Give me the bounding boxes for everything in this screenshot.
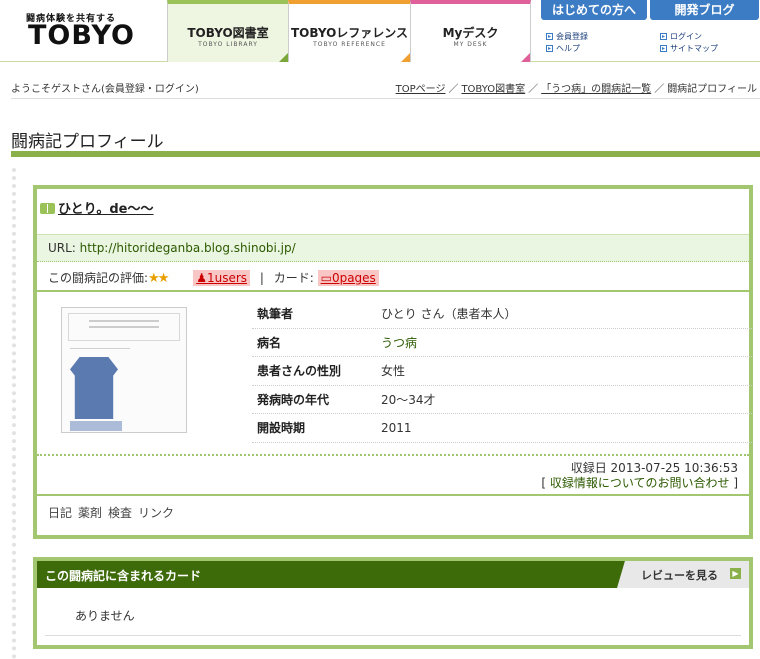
tab-mydesk[interactable]: Myデスク MY DESK bbox=[410, 0, 531, 62]
info-row-started: 開設時期 2011 bbox=[252, 414, 752, 443]
users-count: 1users bbox=[206, 271, 248, 285]
welcome-text: ようこそゲストさん(会員登録・ログイン) bbox=[11, 80, 199, 95]
page-title: 闘病記プロフィール bbox=[11, 132, 164, 152]
view-review-button[interactable]: レビューを見る ▶ bbox=[617, 561, 749, 588]
info-key: 患者さんの性別 bbox=[257, 364, 342, 379]
book-icon bbox=[40, 203, 55, 214]
login-link-label: ログイン bbox=[670, 32, 702, 41]
site-logo[interactable]: 闘病体験を共有する TOBYO bbox=[0, 0, 167, 62]
shirt-image-reflection bbox=[70, 421, 122, 431]
pages-count: 0pages bbox=[331, 271, 376, 285]
view-review-label: レビューを見る bbox=[641, 569, 718, 582]
breadcrumb-current: 闘病記プロフィール bbox=[667, 84, 757, 95]
shirt-image bbox=[70, 357, 118, 419]
users-link[interactable]: ♟1users bbox=[193, 270, 251, 286]
content-tabs: 日記 薬剤 検査 リンク bbox=[37, 494, 749, 524]
tab-links[interactable]: リンク bbox=[138, 506, 174, 520]
tab-reference-sublabel: TOBYO REFERENCE bbox=[313, 41, 386, 48]
info-row-author: 執筆者 ひとり さん（患者本人） bbox=[252, 300, 752, 329]
contact-link[interactable]: 収録情報についてのお問い合わせ bbox=[550, 476, 730, 490]
tab-mydesk-sublabel: MY DESK bbox=[453, 41, 488, 48]
dotted-border bbox=[12, 168, 16, 659]
cards-header-label: この闘病記に含まれるカード bbox=[45, 569, 202, 583]
breadcrumb-library[interactable]: TOBYO図書室 bbox=[461, 84, 525, 95]
info-value: 2011 bbox=[381, 420, 412, 435]
arrow-box-icon: ▸ bbox=[546, 33, 553, 40]
blog-url-link[interactable]: http://hitorideganba.blog.shinobi.jp/ bbox=[80, 241, 296, 255]
breadcrumb-separator: ／ bbox=[654, 84, 665, 95]
profile-info-table: 執筆者 ひとり さん（患者本人） 病名 うつ病 患者さんの性別 女性 発病時の年代 20… bbox=[252, 300, 752, 443]
tab-tests[interactable]: 検査 bbox=[108, 506, 132, 520]
welcome-prefix: ようこそゲストさん( bbox=[11, 84, 105, 95]
first-time-button[interactable]: はじめての方へ bbox=[541, 0, 647, 20]
tab-reference-label: TOBYOレファレンス bbox=[290, 26, 409, 40]
title-underline bbox=[11, 151, 760, 157]
sitemap-link-label: サイトマップ bbox=[670, 44, 718, 53]
arrow-right-icon: ▶ bbox=[730, 568, 741, 579]
info-key: 病名 bbox=[257, 335, 282, 350]
url-row: URL: http://hitorideganba.blog.shinobi.j… bbox=[37, 234, 749, 262]
card-label: カード: bbox=[273, 271, 314, 285]
tab-corner-icon bbox=[521, 53, 530, 62]
breadcrumb-top[interactable]: TOPページ bbox=[396, 84, 446, 95]
separator: | bbox=[259, 271, 264, 285]
info-key: 発病時の年代 bbox=[257, 392, 330, 407]
info-value: ひとり さん（患者本人） bbox=[381, 307, 517, 322]
registration-contact: [ 収録情報についてのお問い合わせ ] bbox=[541, 476, 738, 490]
tab-diary[interactable]: 日記 bbox=[48, 506, 72, 520]
card-icon: ▭ bbox=[320, 271, 332, 285]
info-value: 20〜34才 bbox=[381, 392, 436, 407]
disease-link[interactable]: うつ病 bbox=[381, 336, 417, 350]
pages-link[interactable]: ▭0pages bbox=[317, 270, 379, 286]
info-key: 開設時期 bbox=[257, 421, 306, 436]
arrow-box-icon: ▸ bbox=[660, 33, 667, 40]
rating-label: この闘病記の評価: bbox=[48, 271, 149, 285]
tab-library-sublabel: TOBYO LIBRARY bbox=[198, 41, 258, 48]
site-header: 闘病体験を共有する TOBYO TOBYO図書室 TOBYO LIBRARY T… bbox=[0, 0, 760, 62]
info-row-disease: 病名 うつ病 bbox=[252, 329, 752, 357]
help-link[interactable]: ▸ ヘルプ bbox=[546, 43, 580, 54]
url-label: URL: bbox=[48, 241, 80, 255]
blog-thumbnail[interactable] bbox=[61, 307, 187, 433]
register-login-link[interactable]: 会員登録・ログイン bbox=[105, 84, 195, 95]
cards-empty-message: ありません bbox=[75, 609, 135, 623]
arrow-box-icon: ▸ bbox=[546, 45, 553, 52]
blog-title-link[interactable]: ひとり。de〜〜 bbox=[40, 198, 153, 217]
info-row-gender: 患者さんの性別 女性 bbox=[252, 357, 752, 386]
breadcrumb-separator: ／ bbox=[528, 84, 539, 95]
help-link-label: ヘルプ bbox=[556, 44, 580, 53]
sitemap-link[interactable]: ▸ サイトマップ bbox=[660, 43, 718, 54]
blog-title: ひとり。de〜〜 bbox=[58, 202, 154, 217]
breadcrumb-category[interactable]: 「うつ病」の闘病記一覧 bbox=[541, 84, 651, 95]
thumbnail-header bbox=[68, 313, 180, 341]
dev-blog-button[interactable]: 開発ブログ bbox=[650, 0, 759, 20]
login-link[interactable]: ▸ ログイン bbox=[660, 31, 702, 42]
register-link-label: 会員登録 bbox=[556, 32, 588, 41]
tab-drugs[interactable]: 薬剤 bbox=[78, 506, 102, 520]
breadcrumb-separator: ／ bbox=[448, 84, 459, 95]
divider bbox=[11, 98, 760, 99]
info-row-age: 発病時の年代 20〜34才 bbox=[252, 386, 752, 414]
logo-text: TOBYO bbox=[28, 20, 136, 51]
info-value: 女性 bbox=[381, 364, 406, 379]
tab-reference[interactable]: TOBYOレファレンス TOBYO REFERENCE bbox=[288, 0, 410, 62]
star-rating-icon: ★★ bbox=[148, 271, 169, 286]
profile-box: ひとり。de〜〜 URL: http://hitorideganba.blog.… bbox=[33, 185, 753, 539]
thumbnail-line bbox=[70, 348, 130, 349]
tab-mydesk-label: Myデスク bbox=[442, 26, 499, 40]
arrow-box-icon: ▸ bbox=[660, 45, 667, 52]
divider bbox=[45, 635, 741, 636]
register-link[interactable]: ▸ 会員登録 bbox=[546, 31, 588, 42]
info-key: 執筆者 bbox=[257, 307, 294, 322]
tab-library-label: TOBYO図書室 bbox=[187, 26, 269, 40]
registration-area: 収録日 2013-07-25 10:36:53 [ 収録情報についてのお問い合わ… bbox=[37, 454, 749, 494]
cards-box: この闘病記に含まれるカード レビューを見る ▶ ありません bbox=[33, 557, 753, 649]
tab-library[interactable]: TOBYO図書室 TOBYO LIBRARY bbox=[167, 0, 288, 62]
breadcrumb: TOPページ／ TOBYO図書室／「うつ病」の闘病記一覧／闘病記プロフィール bbox=[396, 80, 757, 95]
tab-corner-icon bbox=[401, 53, 410, 62]
rating-row: この闘病記の評価:★★ ♟1users | カード: ▭0pages bbox=[37, 262, 749, 292]
person-icon: ♟ bbox=[196, 271, 207, 285]
tab-corner-icon bbox=[279, 53, 288, 62]
welcome-suffix: ) bbox=[194, 84, 199, 95]
